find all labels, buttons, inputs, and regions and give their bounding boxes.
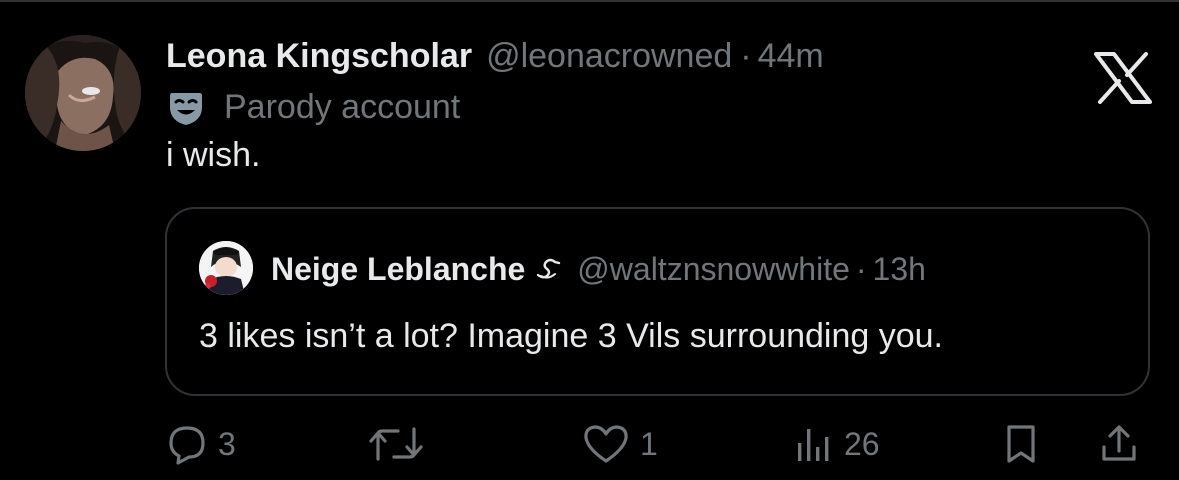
post-action-bar: 3 1 26 xyxy=(0,414,1179,474)
retweet-button[interactable] xyxy=(368,414,424,474)
theater-mask-icon xyxy=(170,93,202,125)
retweet-icon xyxy=(369,427,423,461)
like-button[interactable]: 1 xyxy=(582,414,658,474)
author-avatar[interactable] xyxy=(25,35,141,151)
quoted-author-name[interactable]: Neige Leblanche xyxy=(271,251,525,288)
share-button[interactable] xyxy=(1098,414,1140,474)
bookmark-button[interactable] xyxy=(1000,414,1042,474)
quoted-author-handle[interactable]: @waltznsnowwhite xyxy=(577,251,850,288)
post-text: i wish. xyxy=(166,136,261,174)
quoted-post-header: Neige Leblanche @waltznsnowwhite · 13h xyxy=(271,247,926,291)
quoted-post-card[interactable]: Neige Leblanche @waltznsnowwhite · 13h 3… xyxy=(165,207,1150,396)
swan-icon xyxy=(537,258,561,279)
quoted-header-separator: · xyxy=(855,250,867,287)
parody-label-text: Parody account xyxy=(224,87,461,126)
view-count: 26 xyxy=(844,425,880,462)
author-avatar-image xyxy=(25,35,141,151)
author-name[interactable]: Leona Kingscholar xyxy=(166,37,472,76)
reply-count: 3 xyxy=(218,425,236,462)
parody-label[interactable]: Parody account xyxy=(166,84,460,130)
like-count: 1 xyxy=(640,425,658,462)
post-timestamp[interactable]: 44m xyxy=(758,37,824,76)
bookmark-icon xyxy=(1007,425,1035,463)
header-separator: · xyxy=(740,36,752,75)
author-handle[interactable]: @leonacrowned xyxy=(486,37,732,76)
share-upload-icon xyxy=(1102,425,1136,461)
quoted-author-avatar-image xyxy=(199,241,253,295)
reply-button[interactable]: 3 xyxy=(166,414,236,474)
bar-chart-icon xyxy=(798,429,829,461)
x-logo-icon[interactable] xyxy=(1094,52,1152,104)
top-divider xyxy=(0,0,1179,2)
post-header: Leona Kingscholar @leonacrowned · 44m xyxy=(166,33,824,79)
quoted-post-timestamp[interactable]: 13h xyxy=(873,251,926,288)
heart-icon xyxy=(584,425,628,463)
quoted-author-avatar[interactable] xyxy=(199,241,253,295)
views-button[interactable]: 26 xyxy=(792,414,880,474)
quoted-post-text: 3 likes isn’t a lot? Imagine 3 Vils surr… xyxy=(199,317,943,355)
comment-bubble-icon xyxy=(169,426,205,465)
